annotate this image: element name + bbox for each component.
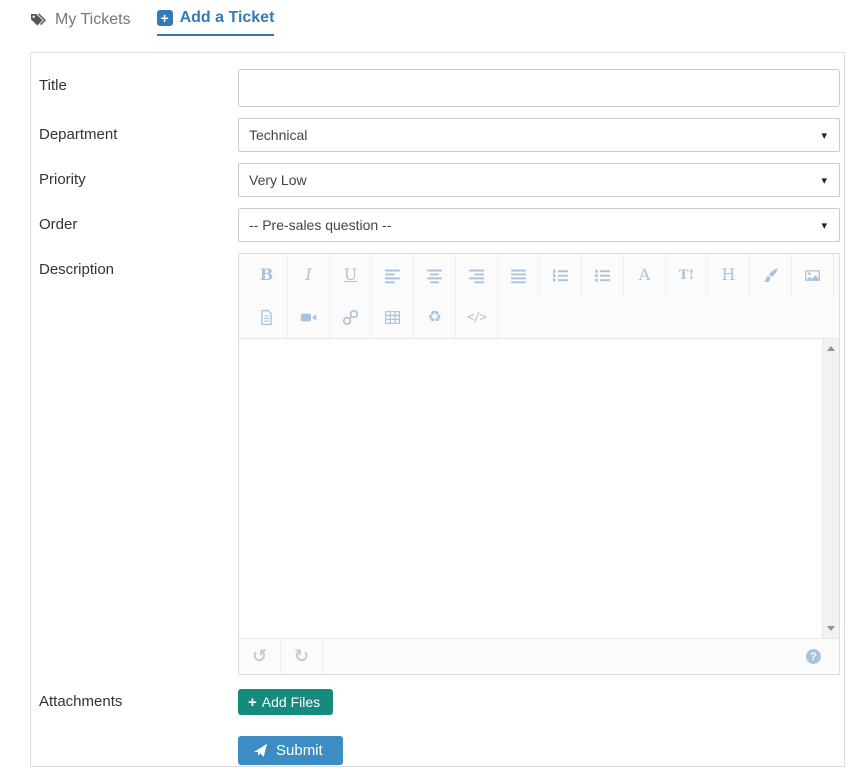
order-label: Order	[39, 216, 78, 233]
code-icon: </>	[467, 310, 487, 324]
priority-selected-value: Very Low	[249, 172, 307, 188]
add-files-button[interactable]: + Add Files	[238, 689, 334, 715]
file-icon	[261, 309, 272, 325]
priority-label: Priority	[39, 171, 86, 188]
department-selected-value: Technical	[249, 127, 308, 143]
unordered-list-icon	[595, 269, 610, 282]
send-icon	[253, 743, 268, 758]
select-arrow-icon: ▾	[821, 174, 827, 187]
department-label: Department	[39, 126, 118, 143]
heading-button[interactable]: H	[708, 254, 750, 296]
description-row: Description B I U A T! H ♻ </> ↺ ↻ ?	[39, 253, 840, 675]
select-arrow-icon: ▾	[821, 219, 827, 232]
priority-row: Priority Very Low ▾	[39, 163, 840, 197]
bold-button[interactable]: B	[246, 254, 288, 296]
align-center-icon	[427, 269, 442, 283]
justify-icon	[511, 269, 526, 283]
description-label: Description	[39, 261, 115, 278]
submit-button-label: Submit	[276, 742, 323, 759]
tags-icon	[30, 12, 48, 28]
back-color-button[interactable]: T!	[666, 254, 708, 296]
recycle-icon: ♻	[427, 307, 442, 326]
ordered-list-button[interactable]	[540, 254, 582, 296]
department-row: Department Technical ▾	[39, 118, 840, 152]
align-center-button[interactable]	[414, 254, 456, 296]
tab-my-tickets[interactable]: My Tickets	[30, 10, 131, 36]
image-button[interactable]	[792, 254, 834, 296]
bold-icon: B	[259, 265, 274, 284]
select-arrow-icon: ▾	[821, 129, 827, 142]
scroll-up-icon[interactable]	[827, 346, 835, 351]
file-button[interactable]	[246, 296, 288, 338]
title-input[interactable]	[238, 69, 840, 107]
editor-footer: ↺ ↻ ?	[239, 638, 839, 675]
attachments-row: Attachments + Add Files	[39, 689, 840, 715]
video-button[interactable]	[288, 296, 330, 338]
editor-toolbar-row-2: ♻ </>	[239, 296, 839, 338]
order-row: Order -- Pre-sales question -- ▾	[39, 208, 840, 242]
editor-toolbar-row-1: B I U A T! H	[239, 254, 839, 296]
underline-button[interactable]: U	[330, 254, 372, 296]
recycle-button[interactable]: ♻	[414, 296, 456, 338]
code-button[interactable]: </>	[456, 296, 498, 338]
fore-color-icon: A	[638, 265, 651, 284]
video-icon	[300, 313, 317, 321]
editor-scrollbar[interactable]	[822, 339, 839, 638]
underline-icon: U	[343, 265, 358, 284]
plus-icon: +	[248, 693, 257, 711]
brush-icon	[763, 267, 778, 282]
undo-redo-group: ↺ ↻	[239, 638, 323, 675]
ordered-list-icon	[553, 268, 568, 282]
italic-icon: I	[305, 265, 312, 284]
tab-add-ticket-label: Add a Ticket	[179, 9, 275, 26]
unordered-list-button[interactable]	[582, 254, 624, 296]
redo-button[interactable]: ↻	[281, 638, 323, 675]
help-icon[interactable]: ?	[806, 649, 821, 664]
submit-button[interactable]: Submit	[238, 736, 343, 765]
brush-button[interactable]	[750, 254, 792, 296]
title-label: Title	[39, 77, 67, 94]
tab-my-tickets-label: My Tickets	[55, 11, 131, 28]
scroll-down-icon[interactable]	[827, 626, 835, 631]
heading-icon: H	[721, 265, 736, 284]
justify-button[interactable]	[498, 254, 540, 296]
back-color-icon: T!	[678, 267, 695, 283]
align-right-icon	[469, 269, 484, 283]
undo-icon: ↺	[251, 645, 268, 667]
italic-button[interactable]: I	[288, 254, 330, 296]
undo-button[interactable]: ↺	[239, 638, 281, 675]
add-ticket-form-panel: Title Department Technical ▾ Priority Ve…	[30, 52, 845, 767]
align-right-button[interactable]	[456, 254, 498, 296]
order-select[interactable]: -- Pre-sales question -- ▾	[238, 208, 840, 242]
attachments-label: Attachments	[39, 693, 123, 710]
title-row: Title	[39, 69, 840, 107]
link-button[interactable]	[330, 296, 372, 338]
submit-row: Submit	[39, 736, 840, 765]
department-select[interactable]: Technical ▾	[238, 118, 840, 152]
image-icon	[805, 269, 820, 281]
tabs-bar: My Tickets + Add a Ticket	[0, 0, 852, 36]
order-selected-value: -- Pre-sales question --	[249, 217, 392, 233]
tab-add-ticket[interactable]: + Add a Ticket	[156, 8, 275, 36]
fore-color-button[interactable]: A	[624, 254, 666, 296]
align-left-button[interactable]	[372, 254, 414, 296]
table-icon	[385, 310, 400, 324]
link-icon	[342, 309, 359, 325]
rich-text-editor: B I U A T! H ♻ </> ↺ ↻ ?	[238, 253, 840, 675]
redo-icon: ↻	[293, 645, 310, 667]
add-files-button-label: Add Files	[261, 694, 321, 710]
table-button[interactable]	[372, 296, 414, 338]
priority-select[interactable]: Very Low ▾	[238, 163, 840, 197]
plus-square-icon: +	[156, 10, 173, 26]
align-left-icon	[385, 269, 400, 283]
description-editor-area[interactable]	[239, 338, 839, 638]
